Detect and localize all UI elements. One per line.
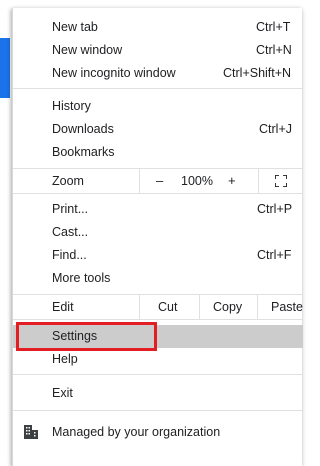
paste-button[interactable]: Paste: [258, 295, 303, 319]
menu-item-label: History: [52, 99, 91, 113]
edit-row: Edit Cut Copy Paste: [13, 295, 303, 319]
menu-item-managed[interactable]: Managed by your organization: [13, 420, 303, 444]
menu-item-cast[interactable]: Cast...: [13, 221, 303, 244]
menu-item-downloads[interactable]: Downloads Ctrl+J: [13, 118, 303, 141]
zoom-in-button[interactable]: +: [228, 173, 236, 188]
edit-label: Edit: [52, 300, 74, 314]
menu-item-new-incognito-window[interactable]: New incognito window Ctrl+Shift+N: [13, 62, 303, 85]
copy-label: Copy: [213, 300, 243, 314]
zoom-label: Zoom: [52, 174, 84, 188]
menu-item-history[interactable]: History: [13, 95, 303, 118]
menu-item-shortcut: Ctrl+T: [256, 20, 291, 34]
menu-item-label: New window: [52, 43, 123, 57]
zoom-out-button[interactable]: –: [156, 173, 163, 188]
copy-button[interactable]: Copy: [200, 295, 257, 319]
menu-item-exit[interactable]: Exit: [13, 382, 303, 405]
menu-item-label: Bookmarks: [52, 145, 115, 159]
menu-item-label: Print...: [52, 202, 89, 216]
menu-item-label: New incognito window: [52, 66, 176, 80]
menu-item-label: Cast...: [52, 225, 89, 239]
menu-item-shortcut: Ctrl+P: [257, 202, 293, 216]
building-icon: [24, 425, 38, 439]
settings-highlight-box: [16, 322, 157, 351]
menu-item-shortcut: Ctrl+F: [257, 248, 292, 262]
menu-item-find[interactable]: Find... Ctrl+F: [13, 244, 303, 267]
paste-label: Paste: [271, 300, 303, 314]
menu-item-label: Help: [52, 352, 78, 366]
zoom-divider: [258, 169, 259, 193]
menu-item-shortcut: Ctrl+J: [259, 122, 292, 136]
menu-item-settings[interactable]: Settings: [13, 322, 303, 351]
page-accent-strip: [0, 38, 10, 98]
menu-item-label: New tab: [52, 20, 98, 34]
chrome-main-menu: New tab Ctrl+T New window Ctrl+N New inc…: [12, 8, 303, 466]
cut-button[interactable]: Cut: [140, 295, 199, 319]
zoom-row: Zoom – 100% +: [13, 169, 303, 193]
menu-item-new-tab[interactable]: New tab Ctrl+T: [13, 16, 303, 39]
cut-label: Cut: [158, 300, 178, 314]
menu-separator: [13, 193, 303, 194]
menu-item-bookmarks[interactable]: Bookmarks: [13, 141, 303, 164]
menu-separator: [13, 88, 303, 89]
menu-separator: [13, 410, 303, 411]
menu-separator: [13, 374, 303, 375]
menu-item-label: Managed by your organization: [52, 425, 221, 439]
zoom-level: 100%: [181, 174, 213, 188]
menu-item-label: Downloads: [52, 122, 114, 136]
menu-item-help[interactable]: Help: [13, 348, 303, 371]
menu-separator: [13, 319, 303, 320]
menu-item-more-tools[interactable]: More tools: [13, 267, 303, 290]
menu-item-new-window[interactable]: New window Ctrl+N: [13, 39, 303, 62]
menu-item-print[interactable]: Print... Ctrl+P: [13, 198, 303, 221]
menu-item-shortcut: Ctrl+Shift+N: [223, 66, 292, 80]
menu-item-label: Exit: [52, 386, 73, 400]
fullscreen-icon[interactable]: [275, 175, 287, 187]
zoom-divider: [139, 169, 140, 193]
menu-item-label: Find...: [52, 248, 87, 262]
menu-item-label: More tools: [52, 271, 111, 285]
menu-item-shortcut: Ctrl+N: [256, 43, 292, 57]
